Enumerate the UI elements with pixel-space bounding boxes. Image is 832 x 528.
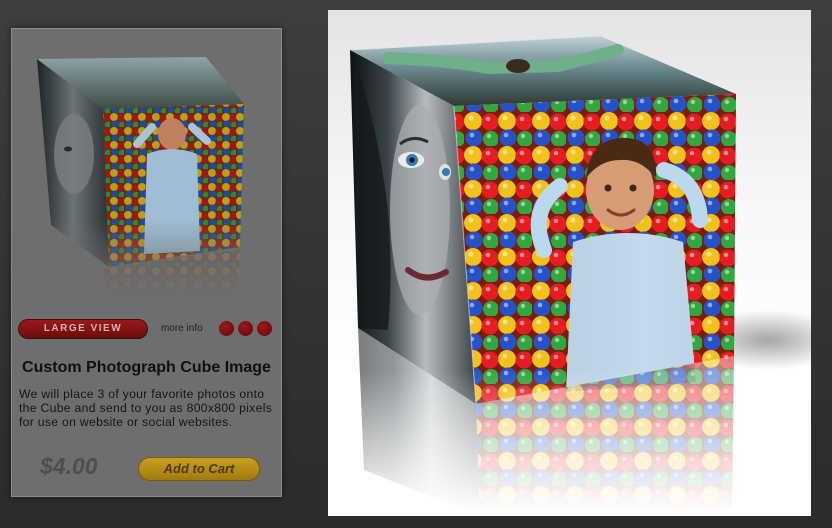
option-dot-3[interactable] xyxy=(257,321,272,336)
more-info-link[interactable]: more info xyxy=(161,323,203,334)
large-preview-panel xyxy=(328,10,811,516)
thumbnail-reflection-fade xyxy=(12,219,281,301)
product-card: LARGE VIEW more info Custom Photograph C… xyxy=(11,28,282,497)
product-title: Custom Photograph Cube Image xyxy=(22,359,271,376)
product-description: We will place 3 of your favorite photos … xyxy=(19,387,273,429)
large-view-button[interactable]: LARGE VIEW xyxy=(18,319,148,339)
option-dot-2[interactable] xyxy=(238,321,253,336)
product-thumbnail[interactable] xyxy=(12,29,281,301)
add-to-cart-button[interactable]: Add to Cart xyxy=(138,457,260,481)
product-price: $4.00 xyxy=(40,453,98,479)
option-dot-1[interactable] xyxy=(219,321,234,336)
reflection-fade xyxy=(328,370,811,516)
